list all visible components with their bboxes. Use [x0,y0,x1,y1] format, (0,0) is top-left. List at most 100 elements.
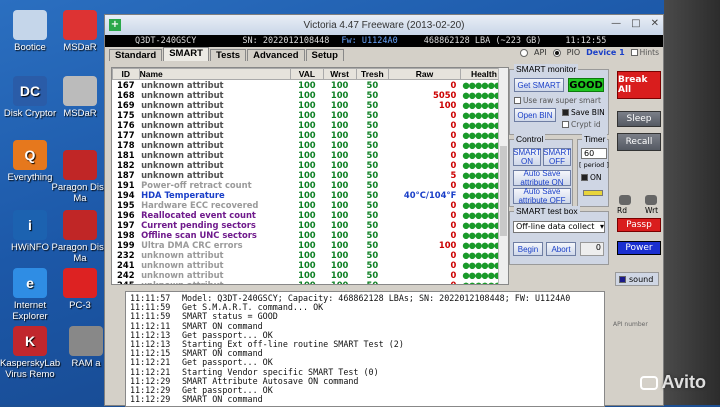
attr-id: 169 [117,100,135,110]
scroll-thumb[interactable] [500,146,507,236]
autosave-on-button[interactable]: Auto Save attribute ON [513,169,571,187]
get-smart-button[interactable]: Get SMART [514,78,564,92]
app-glyph-icon: DC [13,76,47,106]
table-row[interactable]: 168 unknown attribut 100 100 50 5050 ●●●●●● [113,90,508,100]
attr-worst: 100 [330,270,349,280]
desktop-icon-label: Paragon Disk Ma [51,182,109,204]
table-row[interactable]: 182 unknown attribut 100 100 50 0 ●●●●●● [113,160,508,170]
attr-worst: 100 [330,160,349,170]
table-row[interactable]: 177 unknown attribut 100 100 50 0 ●●●●●● [113,130,508,140]
desktop-icon[interactable]: Paragon Disk Ma [50,210,110,264]
title-bar[interactable]: + Victoria 4.47 Freeware (2013-02-20) — … [105,15,663,35]
timer-panel: Timer 60 [ period ] ON [577,134,609,207]
attr-val: 100 [298,280,316,285]
sleep-button[interactable]: Sleep [617,111,661,127]
table-row[interactable]: 187 unknown attribut 100 100 50 5 ●●●●●● [113,170,508,180]
attr-raw: 0 [450,210,457,220]
sound-toggle[interactable]: sound [615,272,659,286]
smart-status-badge: GOOD [568,78,604,92]
attr-val: 100 [298,210,316,220]
table-row[interactable]: 197 Current pending sectors 100 100 50 0 ●●●●●… [113,220,508,230]
tab-advanced[interactable]: Advanced [247,49,305,61]
smart-off-button[interactable]: SMART OFF [543,148,571,166]
table-row[interactable]: 169 unknown attribut 100 100 50 100 ●●●●●● [113,100,508,110]
minimize-button[interactable]: — [611,18,621,29]
attr-val: 100 [298,80,316,90]
abort-button[interactable]: Abort [546,242,576,256]
smart-test-select[interactable]: Off-line data collect ▾ [513,221,605,233]
desktop-icon[interactable]: Paragon Disk Ma [50,150,110,204]
app-glyph-icon: i [13,210,47,240]
table-row[interactable]: 191 Power-off retract count 100 100 50 0 ●●●●●… [113,180,508,190]
tab-setup[interactable]: Setup [305,49,344,61]
log-message: SMART ON command [182,394,263,405]
maximize-button[interactable]: □ [631,18,640,29]
passp-button[interactable]: Passp [617,218,661,232]
raw-super-smart-checkbox[interactable] [514,97,521,104]
attr-raw: 0 [450,260,457,270]
attr-worst: 100 [330,130,349,140]
table-row[interactable]: 194 HDA Temperature 100 100 50 40°C/104°F ●●●●… [113,190,508,200]
attr-raw: 0 [450,280,457,285]
autosave-off-button[interactable]: Auto Save attribute OFF [513,187,571,205]
desktop-icon[interactable]: K KasperskyLab Virus Remo [0,326,60,380]
table-row[interactable]: 196 Reallocated event count 100 100 50 0 ●●●●●… [113,210,508,220]
desktop-icon-label: PC-3 [69,300,91,311]
power-button[interactable]: Power [617,241,661,255]
smart-on-button[interactable]: SMART ON [513,148,541,166]
tab-tests[interactable]: Tests [209,49,247,61]
sound-checkbox[interactable] [619,275,626,283]
recall-button[interactable]: Recall [617,133,661,151]
close-button[interactable]: ✕ [651,18,659,29]
save-bin-checkbox[interactable] [562,109,569,116]
attr-name: Hardware ECC recovered [141,200,259,210]
attr-val: 100 [298,130,316,140]
crypt-id-checkbox[interactable] [562,121,569,128]
table-row[interactable]: 245 unknown attribut 100 100 50 0 ●●●●●● [113,280,508,285]
table-row[interactable]: 198 Offline scan UNC sectors 100 100 50 0 ●●●●… [113,230,508,240]
break-all-button[interactable]: Break All [617,71,661,99]
timer-label: Timer [582,134,608,144]
attr-name: unknown attribut [141,130,224,140]
tab-standard[interactable]: Standard [109,49,163,61]
col-name: Name [138,68,292,80]
attr-threshold: 50 [366,200,379,210]
attr-threshold: 50 [366,100,379,110]
table-row[interactable]: 199 Ultra DMA CRC errors 100 100 50 100 ●●●●●● [113,240,508,250]
table-row[interactable]: 195 Hardware ECC recovered 100 100 50 0 ●●●●●● [113,200,508,210]
table-row[interactable]: 241 unknown attribut 100 100 50 0 ●●●●●● [113,260,508,270]
attr-worst: 100 [330,250,349,260]
attr-id: 176 [117,120,135,130]
attr-id: 198 [117,230,135,240]
desktop-icon[interactable]: MSDaR [50,10,110,53]
desktop-icon[interactable]: MSDaR [50,76,110,119]
table-row[interactable]: 178 unknown attribut 100 100 50 0 ●●●●●● [113,140,508,150]
table-row[interactable]: 232 unknown attribut 100 100 50 0 ●●●●●● [113,250,508,260]
attr-raw: 100 [438,240,457,250]
hints-checkbox[interactable] [630,49,638,56]
desktop-icon[interactable]: PC-3 [50,268,110,311]
table-row[interactable]: 175 unknown attribut 100 100 50 0 ●●●●●● [113,110,508,120]
timer-on-checkbox[interactable] [581,174,588,181]
pio-radio[interactable] [552,48,561,57]
table-row[interactable]: 181 unknown attribut 100 100 50 0 ●●●●●● [113,150,508,160]
timer-period: [ period ] [579,161,609,169]
api-radio[interactable] [519,48,528,57]
timer-input[interactable]: 60 [581,148,607,159]
table-scrollbar[interactable] [498,68,508,284]
attr-worst: 100 [330,140,349,150]
attr-threshold: 50 [366,190,379,200]
desktop-icon-label: KasperskyLab Virus Remo [0,358,61,380]
attr-id: 181 [117,150,135,160]
table-row[interactable]: 167 unknown attribut 100 100 50 0 ●●●●●● [113,80,508,90]
tab-smart[interactable]: SMART [163,47,209,61]
open-bin-button[interactable]: Open BIN [514,108,556,122]
attr-id: 178 [117,140,135,150]
attr-raw: 0 [450,120,457,130]
attr-threshold: 50 [366,110,379,120]
table-row[interactable]: 176 unknown attribut 100 100 50 0 ●●●●●● [113,120,508,130]
hints-label: Hints [639,48,659,57]
begin-button[interactable]: Begin [513,242,543,256]
attr-raw: 5050 [433,90,457,100]
table-row[interactable]: 242 unknown attribut 100 100 50 0 ●●●●●● [113,270,508,280]
